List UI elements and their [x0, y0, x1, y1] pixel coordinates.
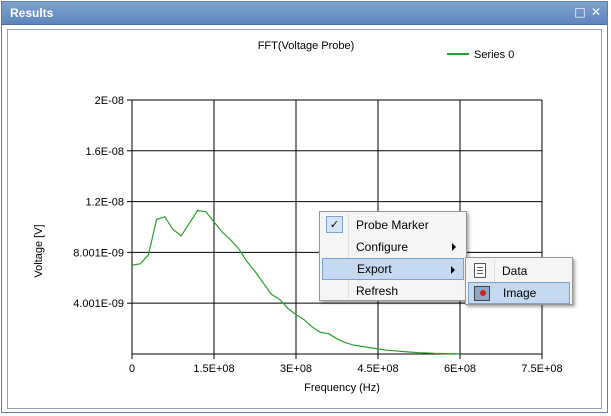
menu-item-label: Data — [502, 264, 528, 278]
chart-panel[interactable]: FFT(Voltage Probe) Series 0 0 1.5E+08 3E+0… — [7, 29, 602, 409]
submenu-arrow-icon — [451, 266, 455, 274]
menu-item-configure[interactable]: Configure — [322, 236, 464, 258]
results-window: Results □ ✕ FFT(Voltage Probe) Series 0 … — [1, 1, 608, 413]
x-tick-label: 6E+08 — [444, 363, 476, 375]
title-bar[interactable]: Results □ ✕ — [2, 2, 607, 25]
x-tick-label: 4.5E+08 — [357, 363, 398, 375]
menu-item-label: Refresh — [356, 284, 399, 298]
submenu-arrow-icon — [452, 243, 456, 251]
checkmark-icon: ✓ — [326, 216, 343, 233]
y-tick-label: 4.001E-09 — [73, 298, 124, 310]
menu-item-label: Export — [357, 262, 392, 276]
fft-chart[interactable]: FFT(Voltage Probe) Series 0 0 1.5E+08 3E+0… — [8, 30, 601, 408]
x-axis-label: Frequency (Hz) — [304, 382, 380, 394]
x-tick-label: 0 — [129, 363, 135, 375]
window-title: Results — [10, 6, 54, 20]
export-submenu: Data Image — [465, 257, 573, 305]
menu-item-probe-marker[interactable]: ✓ Probe Marker — [322, 214, 464, 236]
menu-item-refresh[interactable]: Refresh — [322, 280, 464, 302]
menu-item-export[interactable]: Export — [322, 258, 464, 280]
x-tick-label: 7.5E+08 — [521, 363, 562, 375]
legend-label: Series 0 — [474, 49, 514, 61]
y-tick-label: 8.001E-09 — [73, 247, 124, 259]
image-icon — [474, 286, 490, 301]
x-tick-label: 3E+08 — [280, 363, 312, 375]
chart-title: FFT(Voltage Probe) — [258, 40, 355, 52]
axis-ticks: 0 1.5E+08 3E+08 4.5E+08 6E+08 7.5E+08 4.001E-0… — [73, 95, 562, 375]
context-menu: ✓ Probe Marker Configure Export Refresh — [319, 211, 467, 301]
menu-item-label: Configure — [356, 240, 409, 254]
data-icon — [474, 263, 486, 278]
maximize-icon[interactable]: □ — [573, 5, 587, 19]
x-tick-label: 1.5E+08 — [193, 363, 234, 375]
menu-item-image[interactable]: Image — [468, 282, 570, 304]
y-tick-label: 2E-08 — [95, 95, 124, 107]
y-axis-label: Voltage [V] — [33, 224, 45, 277]
menu-item-data[interactable]: Data — [468, 260, 570, 282]
y-tick-label: 1.2E-08 — [85, 197, 124, 209]
menu-item-label: Probe Marker — [356, 218, 429, 232]
close-icon[interactable]: ✕ — [589, 5, 603, 19]
y-tick-label: 1.6E-08 — [85, 146, 124, 158]
menu-item-label: Image — [503, 286, 537, 300]
